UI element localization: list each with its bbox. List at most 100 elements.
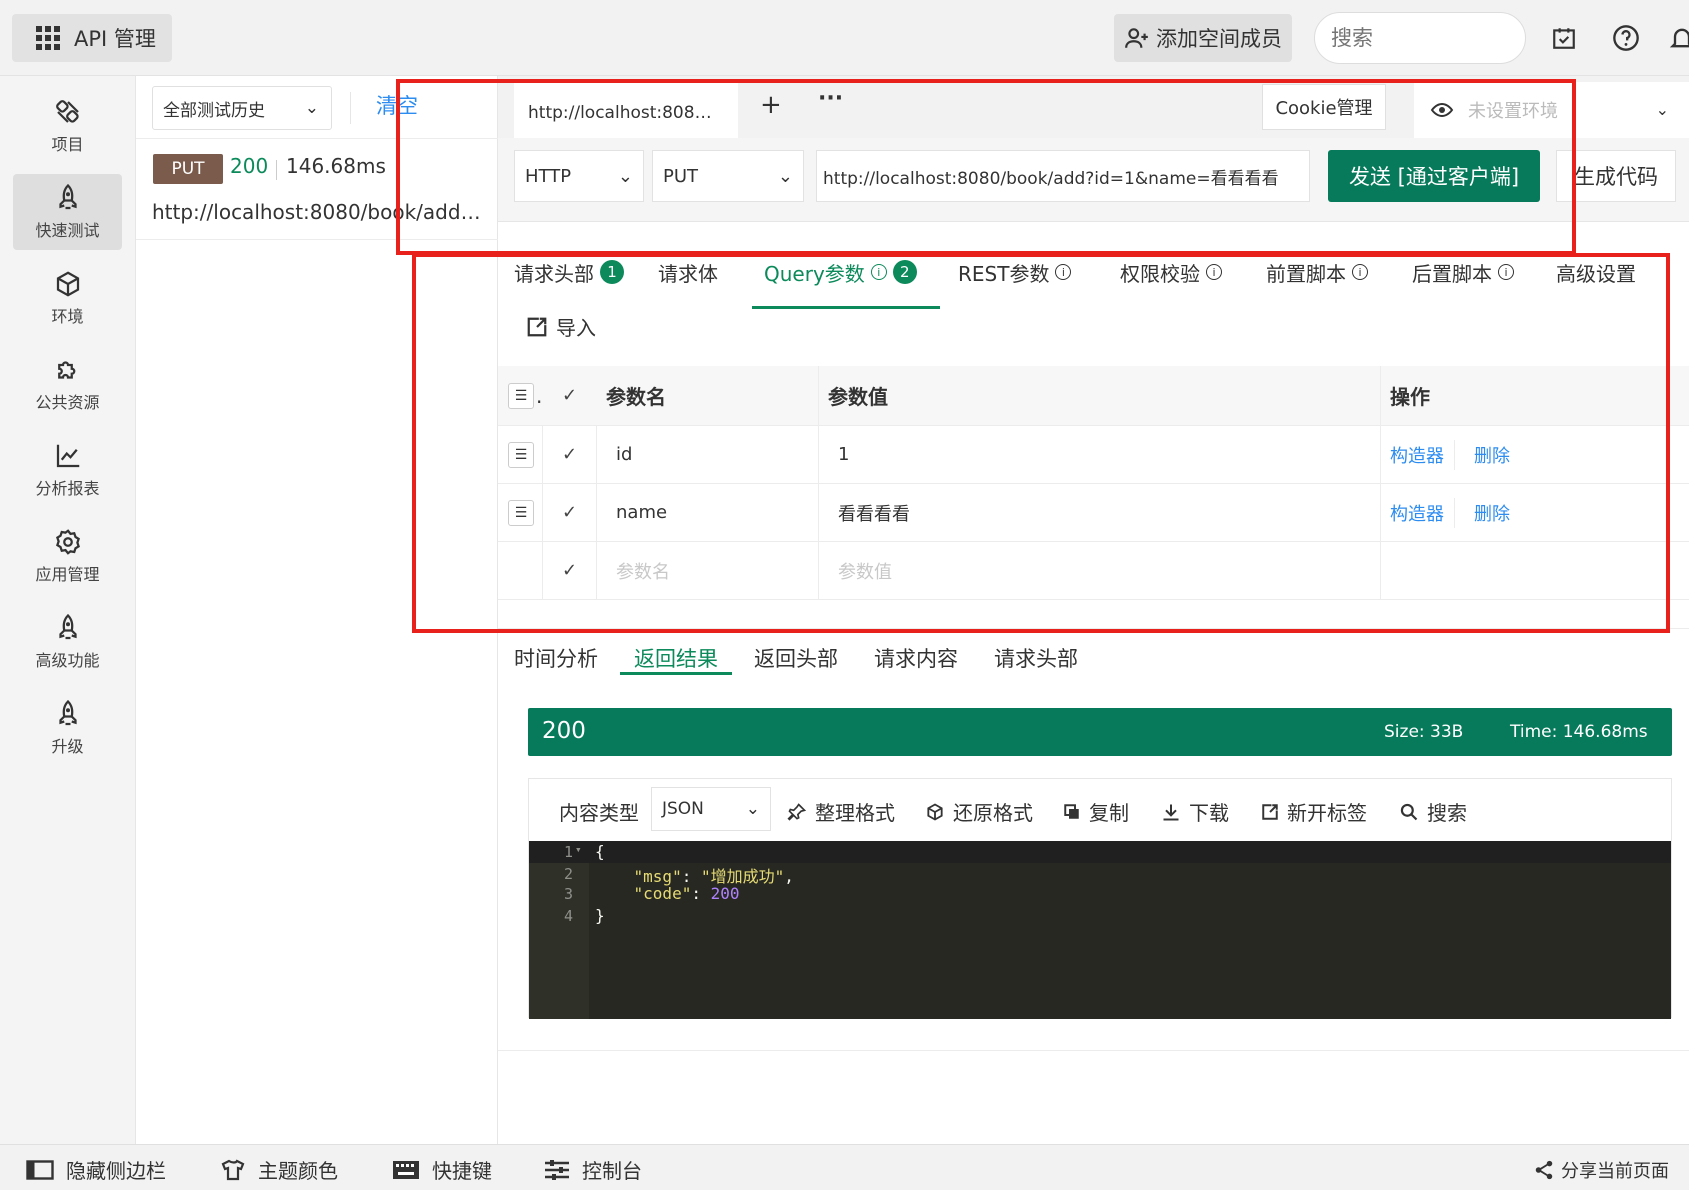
- nav-item-advanced[interactable]: 高级功能: [13, 604, 122, 680]
- response-toolbar: 内容类型 JSON ⌄ 整理格式 还原格式 复制 下载 新开标签 搜索: [529, 779, 1671, 841]
- rocket-icon: [58, 183, 77, 210]
- shortcuts-label: 快捷键: [432, 1159, 492, 1183]
- keyboard-icon: [393, 1160, 419, 1179]
- content-type-select[interactable]: JSON ⌄: [651, 787, 771, 831]
- nav-item-public-resources[interactable]: 公共资源: [13, 346, 122, 422]
- console-label: 控制台: [582, 1159, 642, 1183]
- add-member-button[interactable]: 添加空间成员: [1114, 14, 1292, 62]
- console-button[interactable]: 控制台: [544, 1155, 642, 1184]
- cube-icon: [56, 271, 79, 297]
- bell-icon[interactable]: [1664, 20, 1689, 56]
- restore-button[interactable]: 还原格式: [925, 797, 1033, 826]
- grid-icon: [36, 26, 60, 50]
- share-icon: [1535, 1160, 1553, 1180]
- rocket-icon: [58, 613, 77, 640]
- search-label: 搜索: [1427, 801, 1467, 825]
- external-link-icon: [1262, 803, 1278, 820]
- nav-item-upgrade[interactable]: 升级: [13, 690, 122, 766]
- annotation-box-request: [396, 79, 1576, 255]
- response-panel: 内容类型 JSON ⌄ 整理格式 还原格式 复制 下载 新开标签 搜索 1 2 …: [528, 778, 1672, 1019]
- theme-color-button[interactable]: 主题颜色: [220, 1155, 338, 1184]
- download-button[interactable]: 下载: [1161, 797, 1229, 826]
- response-code-editor[interactable]: 1 2 3 4 ▾ { "msg": "增加成功", "code": 200 }: [529, 841, 1671, 1019]
- chevron-down-icon: ⌄: [304, 98, 319, 118]
- nav-label: 环境: [51, 307, 84, 326]
- bottom-bar: 隐藏侧边栏 主题颜色 快捷键 控制台 分享当前页面: [0, 1144, 1689, 1190]
- nav-label: 分析报表: [35, 479, 100, 498]
- nav-item-environment[interactable]: 环境: [13, 260, 122, 336]
- app-title: API 管理: [74, 27, 156, 51]
- active-tab-indicator: [620, 672, 732, 675]
- hide-sidebar-button[interactable]: 隐藏侧边栏: [26, 1155, 166, 1184]
- left-nav: 项目 快速测试 环境 公共资源 分析报表 应用管理 高级功能 升级: [0, 76, 136, 1144]
- chevron-down-icon: ⌄: [745, 799, 760, 819]
- app-menu-button[interactable]: API 管理: [12, 14, 172, 62]
- nav-label: 升级: [51, 737, 84, 756]
- fold-arrow-icon[interactable]: ▾: [575, 843, 582, 856]
- response-time: Time: 146.68ms: [1510, 722, 1648, 742]
- nav-item-analytics[interactable]: 分析报表: [13, 432, 122, 508]
- share-label: 分享当前页面: [1561, 1161, 1669, 1182]
- shirt-icon: [221, 1159, 245, 1180]
- theme-color-label: 主题颜色: [258, 1159, 338, 1183]
- tab-request-content[interactable]: 请求内容: [874, 643, 958, 673]
- search-button[interactable]: 搜索: [1399, 797, 1467, 826]
- rocket-icon: [58, 699, 77, 726]
- copy-label: 复制: [1089, 801, 1129, 825]
- copy-icon: [1064, 803, 1079, 819]
- sidebar-icon: [26, 1159, 54, 1180]
- result-tabs: 时间分析 返回结果 返回头部 请求内容 请求头部: [498, 628, 1689, 672]
- tab-response-result[interactable]: 返回结果: [634, 643, 718, 673]
- calendar-icon[interactable]: [1546, 20, 1582, 56]
- annotation-box-params: [412, 253, 1670, 633]
- tab-response-headers[interactable]: 返回头部: [754, 643, 838, 673]
- history-filter-select[interactable]: 全部测试历史 ⌄: [152, 86, 332, 130]
- download-icon: [1163, 804, 1179, 820]
- help-icon[interactable]: [1608, 20, 1644, 56]
- line-number: 1: [563, 843, 573, 861]
- history-time: 146.68ms: [286, 154, 386, 178]
- restore-label: 还原格式: [953, 801, 1033, 825]
- add-user-icon: [1125, 28, 1148, 48]
- share-page-button[interactable]: 分享当前页面: [1533, 1157, 1669, 1183]
- response-status-bar: 200 Size: 33B Time: 146.68ms: [528, 708, 1672, 756]
- nav-label: 应用管理: [35, 565, 100, 584]
- nav-label: 高级功能: [35, 651, 100, 670]
- line-number: 2: [563, 865, 573, 883]
- chart-icon: [56, 444, 79, 468]
- tab-request-headers-result[interactable]: 请求头部: [994, 643, 1078, 673]
- code-line: {: [595, 842, 605, 861]
- tab-time-analysis[interactable]: 时间分析: [514, 643, 598, 673]
- copy-button[interactable]: 复制: [1063, 797, 1129, 826]
- nav-label: 项目: [51, 135, 84, 154]
- global-search-input[interactable]: [1314, 12, 1526, 64]
- format-label: 整理格式: [815, 801, 895, 825]
- active-line-highlight: [529, 841, 1671, 863]
- code-line: "code": 200: [633, 884, 740, 903]
- divider: [498, 1050, 1689, 1051]
- new-tab-label: 新开标签: [1287, 801, 1367, 825]
- gear-icon: [55, 529, 80, 555]
- shortcuts-button[interactable]: 快捷键: [392, 1155, 492, 1184]
- hide-sidebar-label: 隐藏侧边栏: [66, 1159, 166, 1183]
- response-size: Size: 33B: [1384, 722, 1464, 742]
- content-type-label: 内容类型: [559, 801, 639, 825]
- method-badge: PUT: [153, 154, 223, 184]
- sliders-icon: [545, 1159, 569, 1180]
- nav-label: 快速测试: [35, 221, 100, 240]
- format-button[interactable]: 整理格式: [787, 797, 895, 826]
- nav-item-app-management[interactable]: 应用管理: [13, 518, 122, 594]
- divider: [350, 92, 351, 124]
- nav-label: 公共资源: [35, 393, 100, 412]
- code-line: }: [595, 906, 605, 925]
- puzzle-icon: [57, 361, 75, 379]
- history-status: 200: [230, 154, 269, 178]
- chevron-down-icon: ⌄: [1655, 100, 1669, 119]
- download-label: 下载: [1189, 801, 1229, 825]
- top-bar: API 管理 添加空间成员: [0, 0, 1689, 76]
- new-tab-button[interactable]: 新开标签: [1261, 797, 1367, 826]
- nav-item-project[interactable]: 项目: [13, 88, 122, 164]
- cube-icon: [927, 802, 943, 821]
- nav-item-quick-test[interactable]: 快速测试: [13, 174, 122, 250]
- status-code: 200: [542, 718, 586, 744]
